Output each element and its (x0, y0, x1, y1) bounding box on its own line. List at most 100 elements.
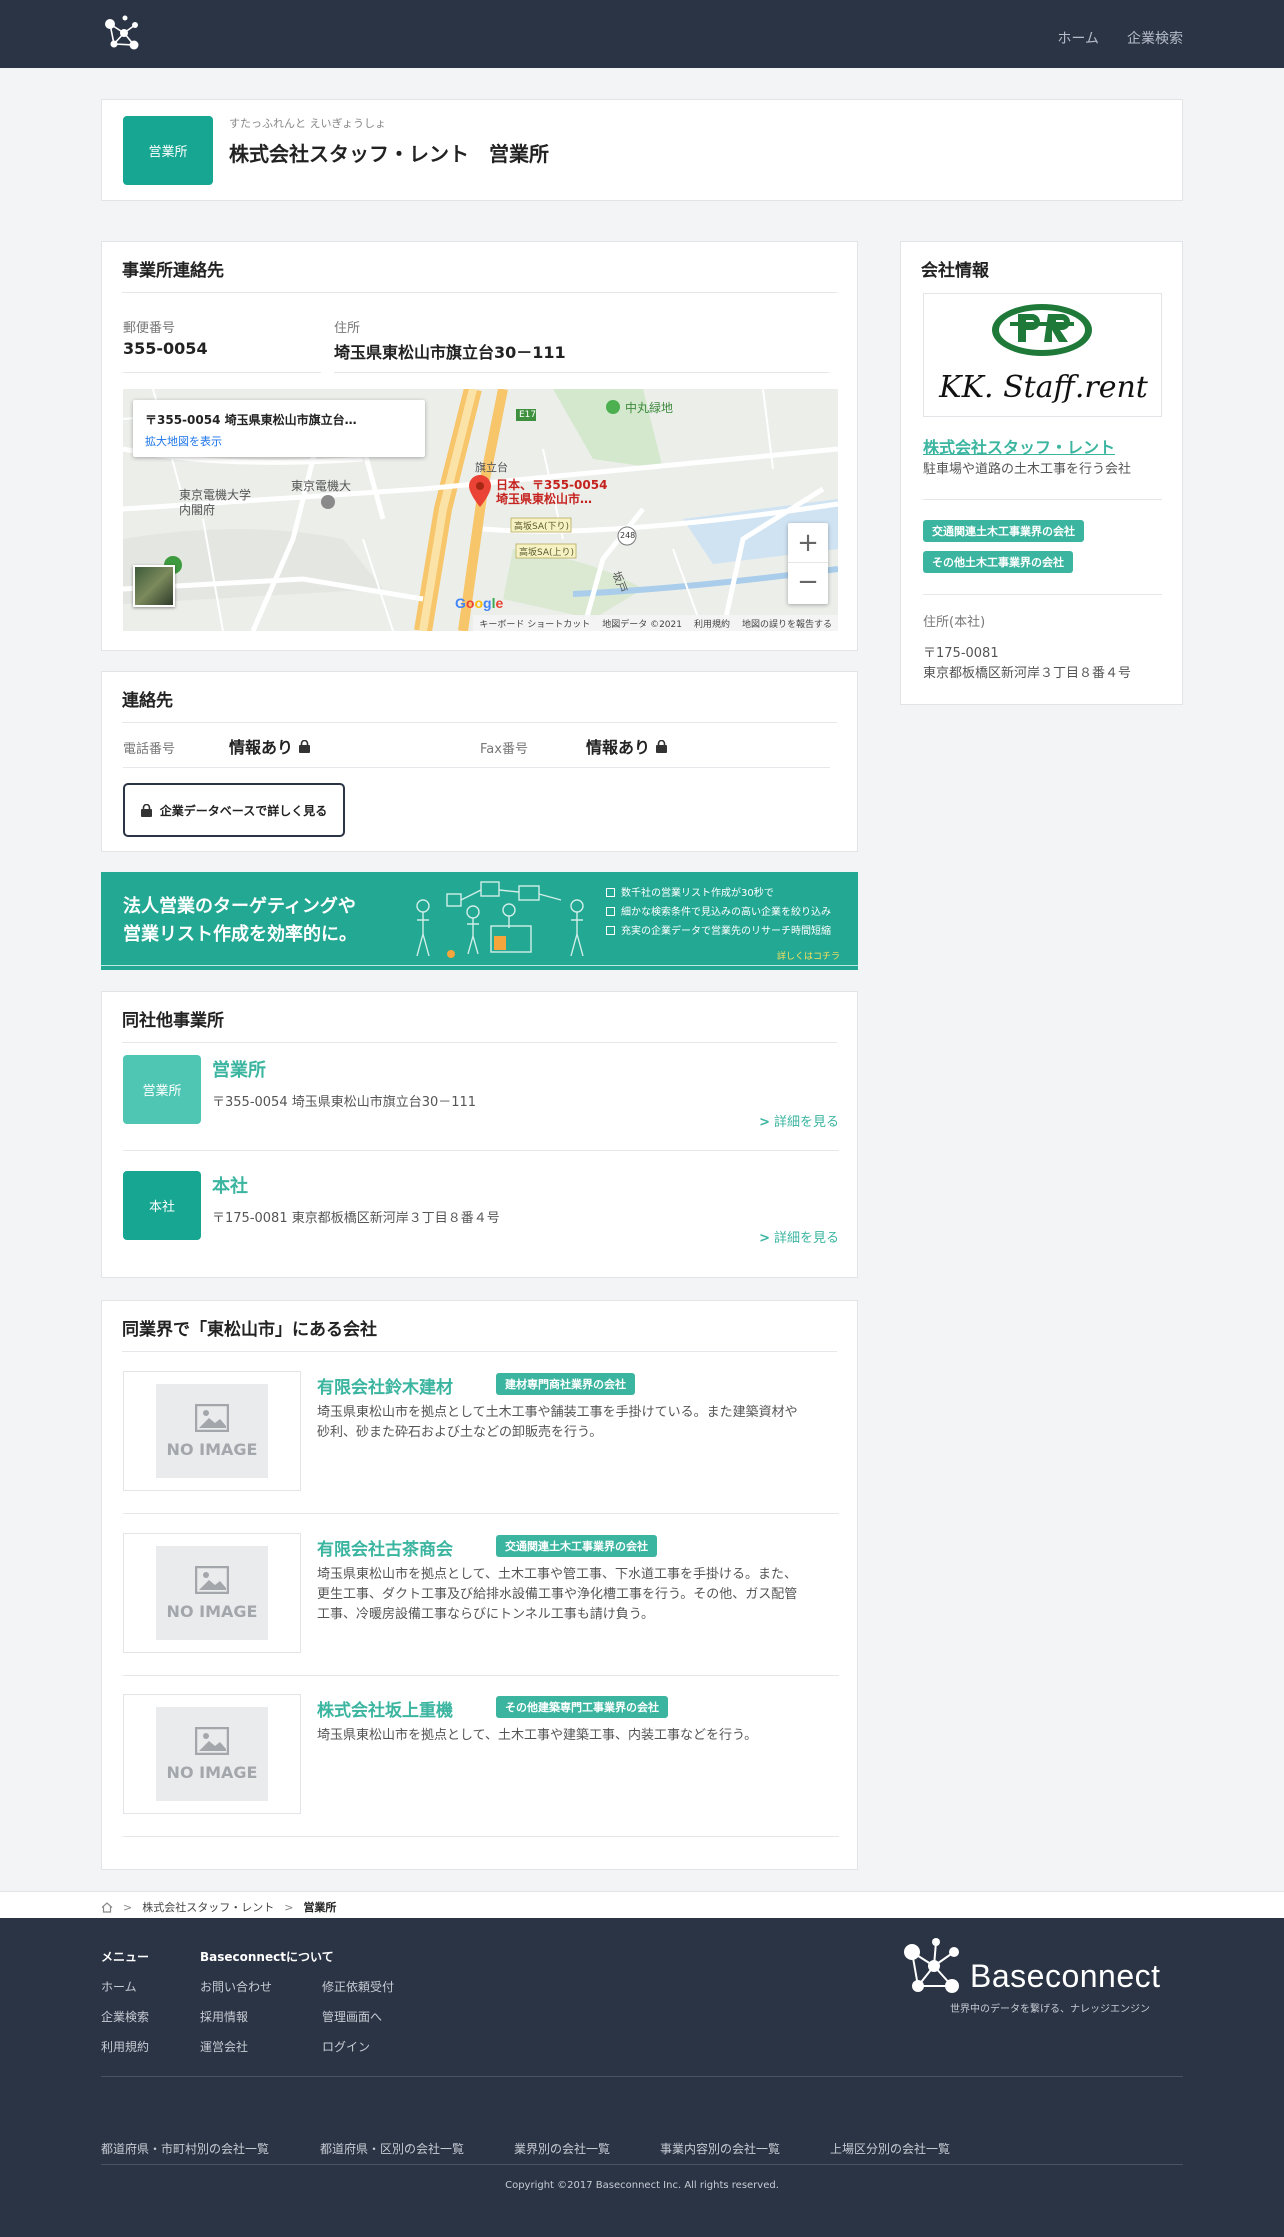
industry-tag[interactable]: その他建築専門工事業界の会社 (496, 1696, 668, 1718)
company-link[interactable]: 株式会社坂上重機 (317, 1696, 453, 1721)
postal-value: 355-0054 (123, 339, 208, 358)
divider (123, 1675, 839, 1676)
map-marker-label: 埼玉県東松山市… (496, 492, 593, 506)
footer-link-contact[interactable]: お問い合わせ (200, 1978, 272, 1995)
list-item[interactable]: NO IMAGE 株式会社坂上重機 その他建築専門工事業界の会社 埼玉県東松山市… (102, 1694, 859, 1854)
hq-postal: 〒175-0081 (923, 646, 999, 661)
divider (122, 1042, 837, 1043)
home-icon[interactable] (101, 1901, 113, 1913)
office-type-badge: 本社 (123, 1171, 201, 1240)
map-terms-link[interactable]: 利用規約 (694, 617, 730, 630)
footer-link-company[interactable]: 運営会社 (200, 2038, 248, 2055)
nav-company-search[interactable]: 企業検索 (1127, 28, 1183, 48)
footer-link-prefecture-ward[interactable]: 都道府県・区別の会社一覧 (320, 2140, 464, 2157)
company-logo-text: KK. Staff.rent (939, 370, 1148, 405)
footer-brand-logo[interactable]: Baseconnect 世界中のデータを繋げる、ナレッジエンジン (898, 1936, 1183, 2016)
fax-label: Fax番号 (480, 742, 528, 757)
company-name-link[interactable]: 株式会社スタッフ・レント (923, 434, 1115, 458)
lock-icon (656, 739, 668, 753)
divider (122, 722, 837, 723)
section-title: 同社他事業所 (122, 1011, 224, 1031)
detail-link[interactable]: > 詳細を見る (759, 1111, 839, 1130)
company-description: 埼玉県東松山市を拠点として、土木工事や建築工事、内装工事などを行う。 (317, 1728, 758, 1743)
list-item[interactable]: 営業所 営業所 〒355-0054 埼玉県東松山市旗立台30－111 > 詳細を見… (102, 1052, 859, 1162)
map-label: E17 (519, 410, 537, 420)
list-item[interactable]: NO IMAGE 有限会社鈴木建材 建材専門商社業界の会社 埼玉県東松山市を拠点… (102, 1371, 859, 1531)
industry-tag[interactable]: 建材専門商社業界の会社 (496, 1373, 635, 1395)
tel-label: 電話番号 (123, 742, 176, 757)
image-icon (195, 1565, 229, 1594)
breadcrumb: > 株式会社スタッフ・レント > 営業所 (0, 1891, 1284, 1918)
industry-tag[interactable]: 交通関連土木工事業界の会社 (496, 1535, 657, 1557)
map-marker-icon[interactable] (469, 475, 491, 507)
footer-link-terms[interactable]: 利用規約 (101, 2038, 149, 2055)
report-map-error-link[interactable]: 地図の誤りを報告する (742, 617, 832, 630)
company-thumbnail[interactable]: NO IMAGE (123, 1694, 301, 1814)
footer-link-industry[interactable]: 業界別の会社一覧 (514, 2140, 610, 2157)
section-title: 連絡先 (122, 691, 173, 711)
footer-link-recruit[interactable]: 採用情報 (200, 2008, 248, 2025)
office-illustration-icon (416, 881, 584, 958)
fax-value: 情報あり (586, 734, 668, 758)
company-database-button[interactable]: 企業データベースで詳しく見る (123, 783, 345, 837)
footer-link-business[interactable]: 事業内容別の会社一覧 (660, 2140, 780, 2157)
divider (923, 594, 1162, 595)
keyboard-shortcuts-link[interactable]: キーボード ショートカット (479, 617, 590, 630)
nav-home[interactable]: ホーム (1057, 28, 1099, 48)
google-map[interactable]: E17 中丸緑地 東京電機大学 内閣府 東京電機大 旗立台 高坂SA(下り) 高… (123, 389, 838, 631)
industry-tag[interactable]: その他土木工事業界の会社 (923, 551, 1073, 573)
office-link[interactable]: 営業所 (212, 1056, 266, 1082)
divider (123, 372, 321, 373)
map-label: 旗立台 (475, 461, 508, 474)
map-label: 東京電機大 (291, 479, 352, 493)
list-item[interactable]: 本社 本社 〒175-0081 東京都板橋区新河岸３丁目８番４号 > 詳細を見る (102, 1168, 859, 1278)
banner-check-item: 数千社の営業リスト作成が30秒で (606, 884, 831, 903)
banner-underline (101, 965, 858, 966)
footer-link-home[interactable]: ホーム (101, 1978, 137, 1995)
company-link[interactable]: 有限会社古茶商会 (317, 1535, 453, 1560)
industry-tag[interactable]: 交通関連土木工事業界の会社 (923, 520, 1084, 542)
postal-label: 郵便番号 (123, 321, 176, 336)
footer-link-search[interactable]: 企業検索 (101, 2008, 149, 2025)
footer-link-admin[interactable]: 管理画面へ (322, 2008, 382, 2025)
breadcrumb-company[interactable]: 株式会社スタッフ・レント (142, 1899, 274, 1915)
office-link[interactable]: 本社 (212, 1172, 248, 1198)
list-item[interactable]: NO IMAGE 有限会社古茶商会 交通関連土木工事業界の会社 埼玉県東松山市を… (102, 1533, 859, 1693)
company-description: 駐車場や道路の土木工事を行う会社 (923, 462, 1132, 477)
address-label: 住所 (334, 321, 361, 336)
divider (101, 2076, 1183, 2077)
footer-link-prefecture-city[interactable]: 都道府県・市町村別の会社一覧 (101, 2140, 269, 2157)
footer-link-listing[interactable]: 上場区分別の会社一覧 (830, 2140, 950, 2157)
company-thumbnail[interactable]: NO IMAGE (123, 1371, 301, 1491)
map-label: 高坂SA(下り) (514, 522, 570, 532)
detail-link[interactable]: > 詳細を見る (759, 1227, 839, 1246)
promo-banner[interactable]: 法人営業のターゲティングや 営業リスト作成を効率的に。 数千社の営業リスト作成が… (101, 872, 858, 970)
company-logo[interactable]: KK. Staff.rent (923, 293, 1162, 417)
checkbox-icon (606, 926, 615, 935)
footer-link-login[interactable]: ログイン (322, 2038, 370, 2055)
chevron-right-icon: > (759, 1231, 770, 1246)
map-label: 248 (620, 531, 636, 540)
chevron-right-icon: > (123, 1900, 133, 1914)
company-thumbnail[interactable]: NO IMAGE (123, 1533, 301, 1653)
phone-contact-card: 連絡先 電話番号 情報あり Fax番号 情報あり 企業データベースで詳しく見る (101, 671, 858, 852)
banner-cta[interactable]: 詳しくはコチラ (777, 949, 840, 962)
lock-icon (299, 739, 311, 753)
zoom-in-button[interactable]: + (788, 523, 828, 563)
hq-address: 東京都板橋区新河岸３丁目８番４号 (923, 666, 1132, 681)
street-view-thumbnail[interactable] (133, 565, 175, 607)
company-description: 埼玉県東松山市を拠点として、土木工事や管工事、下水道工事を手掛ける。また、 更生… (317, 1567, 798, 1622)
company-info-card: 会社情報 KK. Staff.rent 株式会社スタッフ・レント 駐車場や道路の… (900, 241, 1183, 705)
footer-menu-title: メニュー (101, 1950, 150, 1964)
footer-link-correction[interactable]: 修正依頼受付 (322, 1978, 394, 1995)
no-image-placeholder: NO IMAGE (156, 1384, 268, 1478)
map-data-credit: 地図データ ©2021 (602, 619, 682, 630)
map-label: 高坂SA(上り) (519, 548, 575, 558)
company-database-label: 企業データベースで詳しく見る (159, 803, 328, 818)
company-link[interactable]: 有限会社鈴木建材 (317, 1373, 453, 1398)
zoom-out-button[interactable]: − (788, 563, 828, 603)
image-icon (195, 1403, 229, 1432)
map-enlarge-link[interactable]: 拡大地図を表示 (145, 433, 222, 449)
checkbox-icon (606, 888, 615, 897)
baseconnect-logo[interactable] (101, 13, 143, 59)
